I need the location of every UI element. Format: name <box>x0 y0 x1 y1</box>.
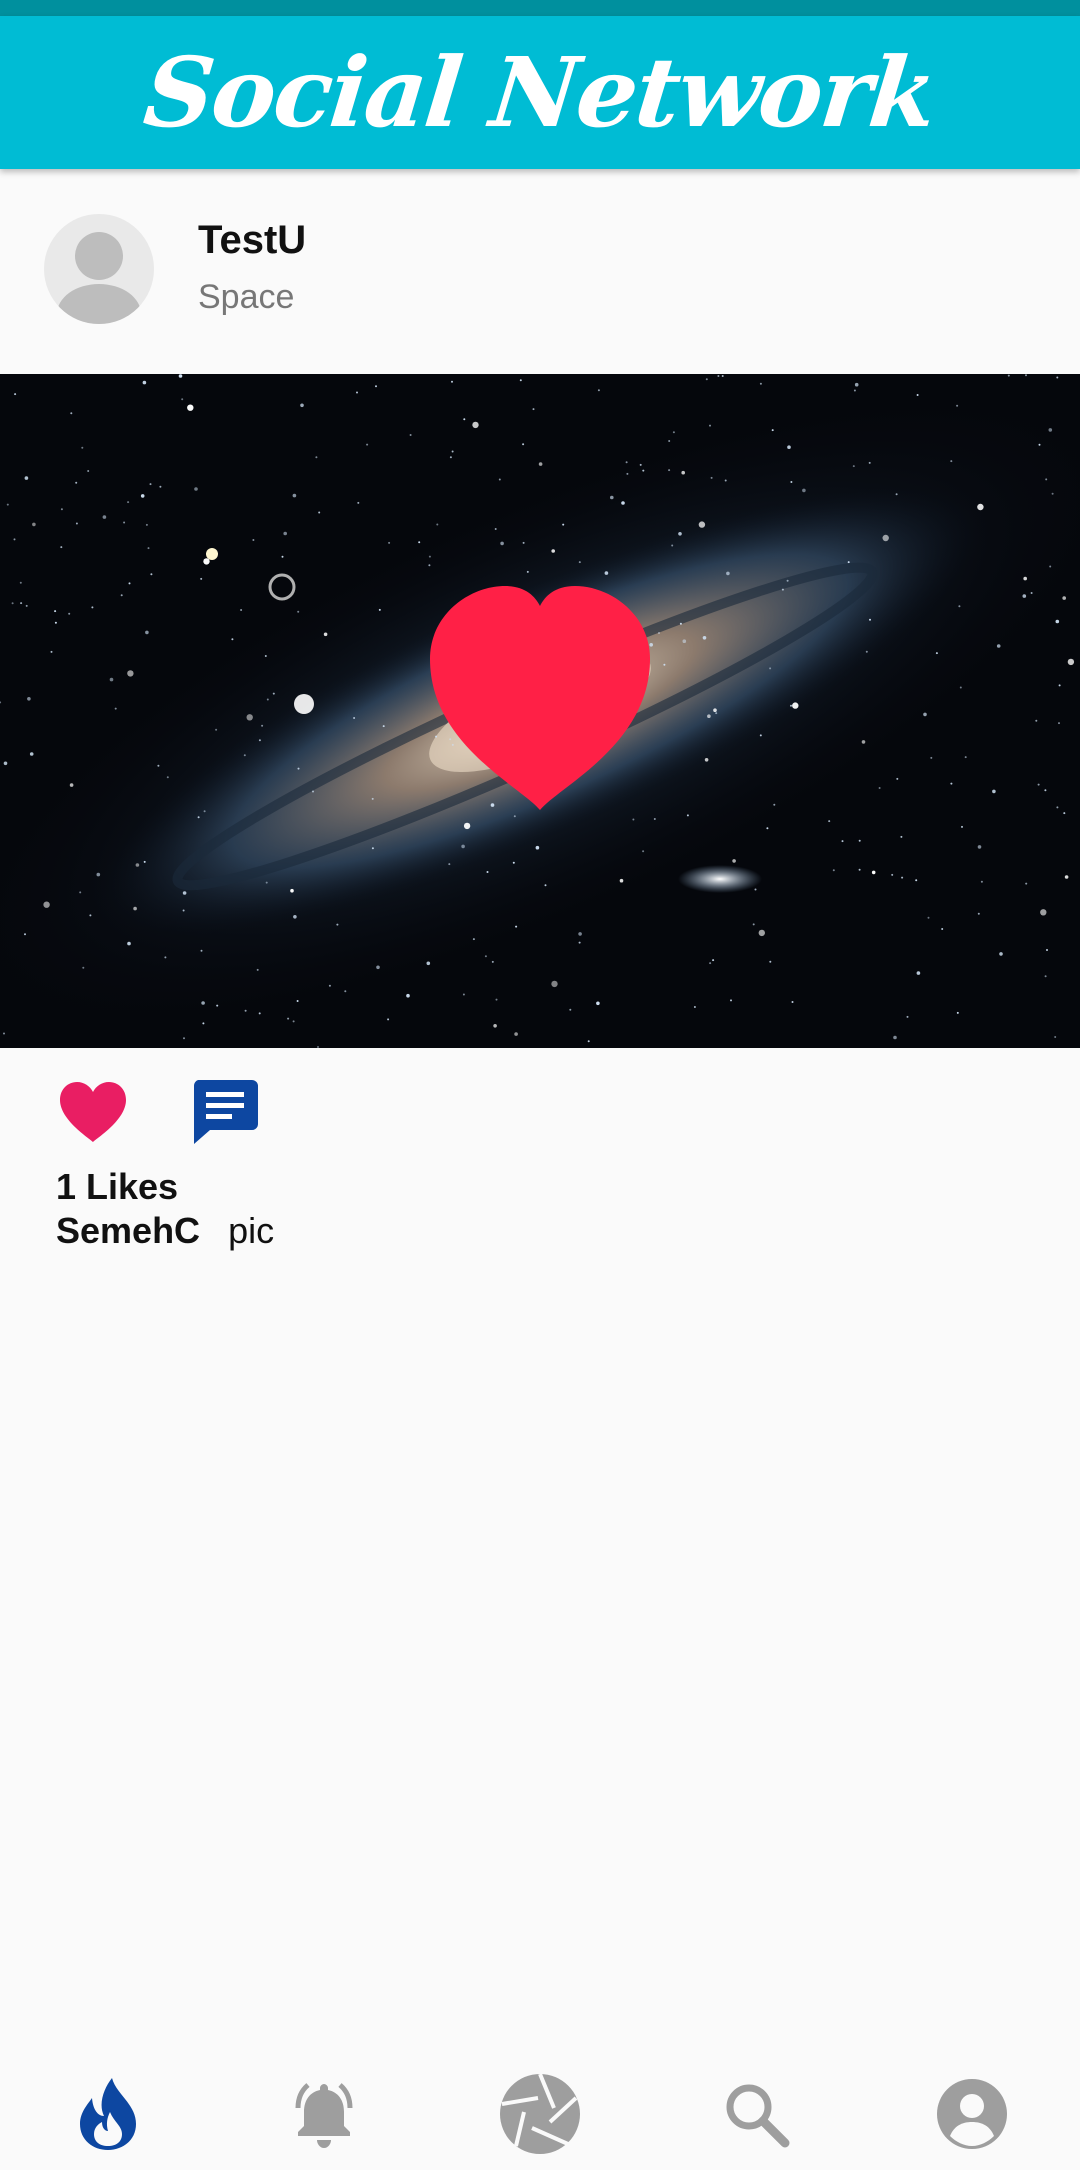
post-header[interactable]: TestU Space <box>0 200 1080 340</box>
app-bar: Social Network <box>0 16 1080 169</box>
search-icon <box>726 2084 790 2148</box>
caption-user-name[interactable]: SemehC <box>56 1210 200 1251</box>
flame-icon <box>80 2078 136 2150</box>
comment-button[interactable] <box>190 1076 260 1146</box>
heart-icon <box>60 1082 126 1142</box>
avatar[interactable] <box>44 214 154 324</box>
bottom-navigation <box>0 2058 1080 2170</box>
post-caption: SemehC pic <box>56 1210 274 1252</box>
account-icon <box>937 2079 1007 2149</box>
caption-text: pic <box>228 1210 275 1251</box>
comment-icon <box>193 1080 258 1144</box>
likes-count[interactable]: 1 Likes <box>56 1166 178 1208</box>
nav-camera[interactable] <box>495 2069 585 2159</box>
bell-icon <box>295 2083 353 2148</box>
post-location: Space <box>198 278 295 316</box>
like-button[interactable] <box>56 1078 130 1148</box>
post-user-name[interactable]: TestU <box>198 218 306 263</box>
post-image[interactable] <box>0 374 1080 1048</box>
app-title: Social Network <box>139 36 941 149</box>
status-bar <box>0 0 1080 16</box>
nav-home[interactable] <box>63 2069 153 2159</box>
person-avatar-icon <box>57 232 141 324</box>
camera-shutter-icon <box>500 2073 580 2154</box>
galaxy-image <box>0 374 1080 1048</box>
post-actions <box>0 1072 1080 1152</box>
nav-notifications[interactable] <box>279 2069 369 2159</box>
nav-search[interactable] <box>711 2069 801 2159</box>
nav-profile[interactable] <box>927 2069 1017 2159</box>
